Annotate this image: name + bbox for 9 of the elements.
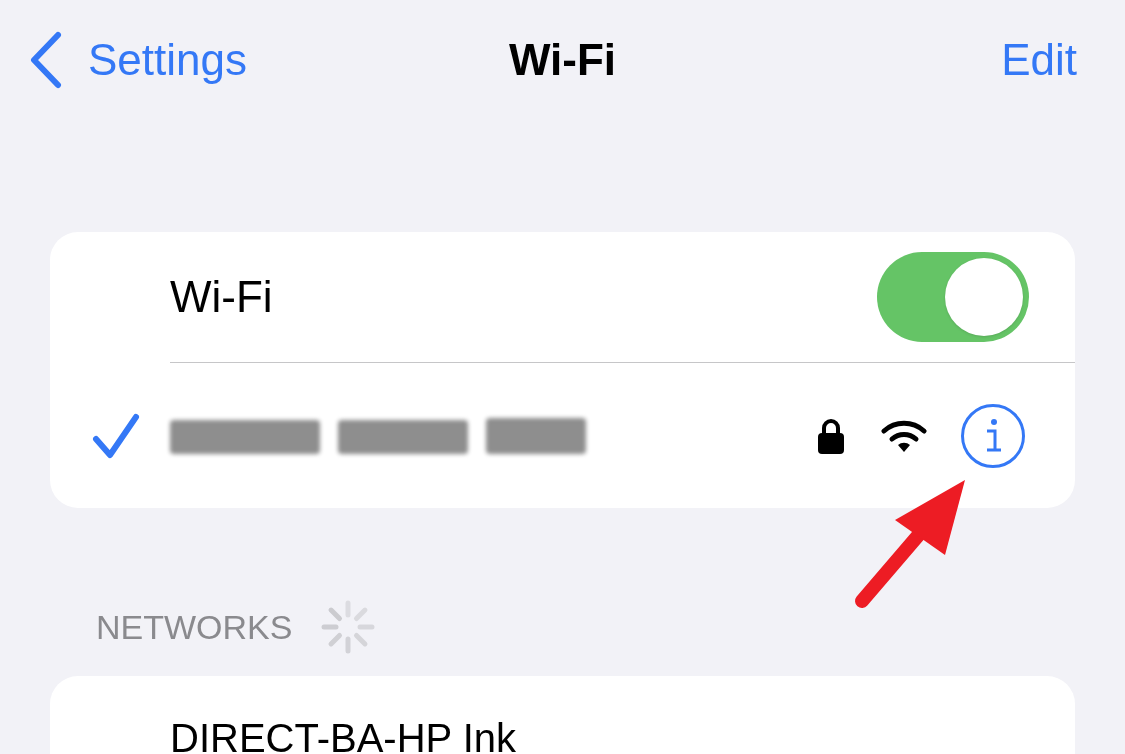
back-button[interactable]: Settings <box>28 27 328 93</box>
info-button[interactable] <box>961 403 1025 468</box>
network-name[interactable]: DIRECT-BA-HP Ink <box>170 718 1075 754</box>
wifi-signal-icon <box>881 418 927 453</box>
section-header: NETWORKS <box>96 606 293 648</box>
page-title: Wi-Fi <box>508 34 617 86</box>
edit-button[interactable]: Edit <box>797 27 1097 93</box>
back-chevron-icon <box>28 31 62 89</box>
wifi-label: Wi-Fi <box>170 271 274 323</box>
